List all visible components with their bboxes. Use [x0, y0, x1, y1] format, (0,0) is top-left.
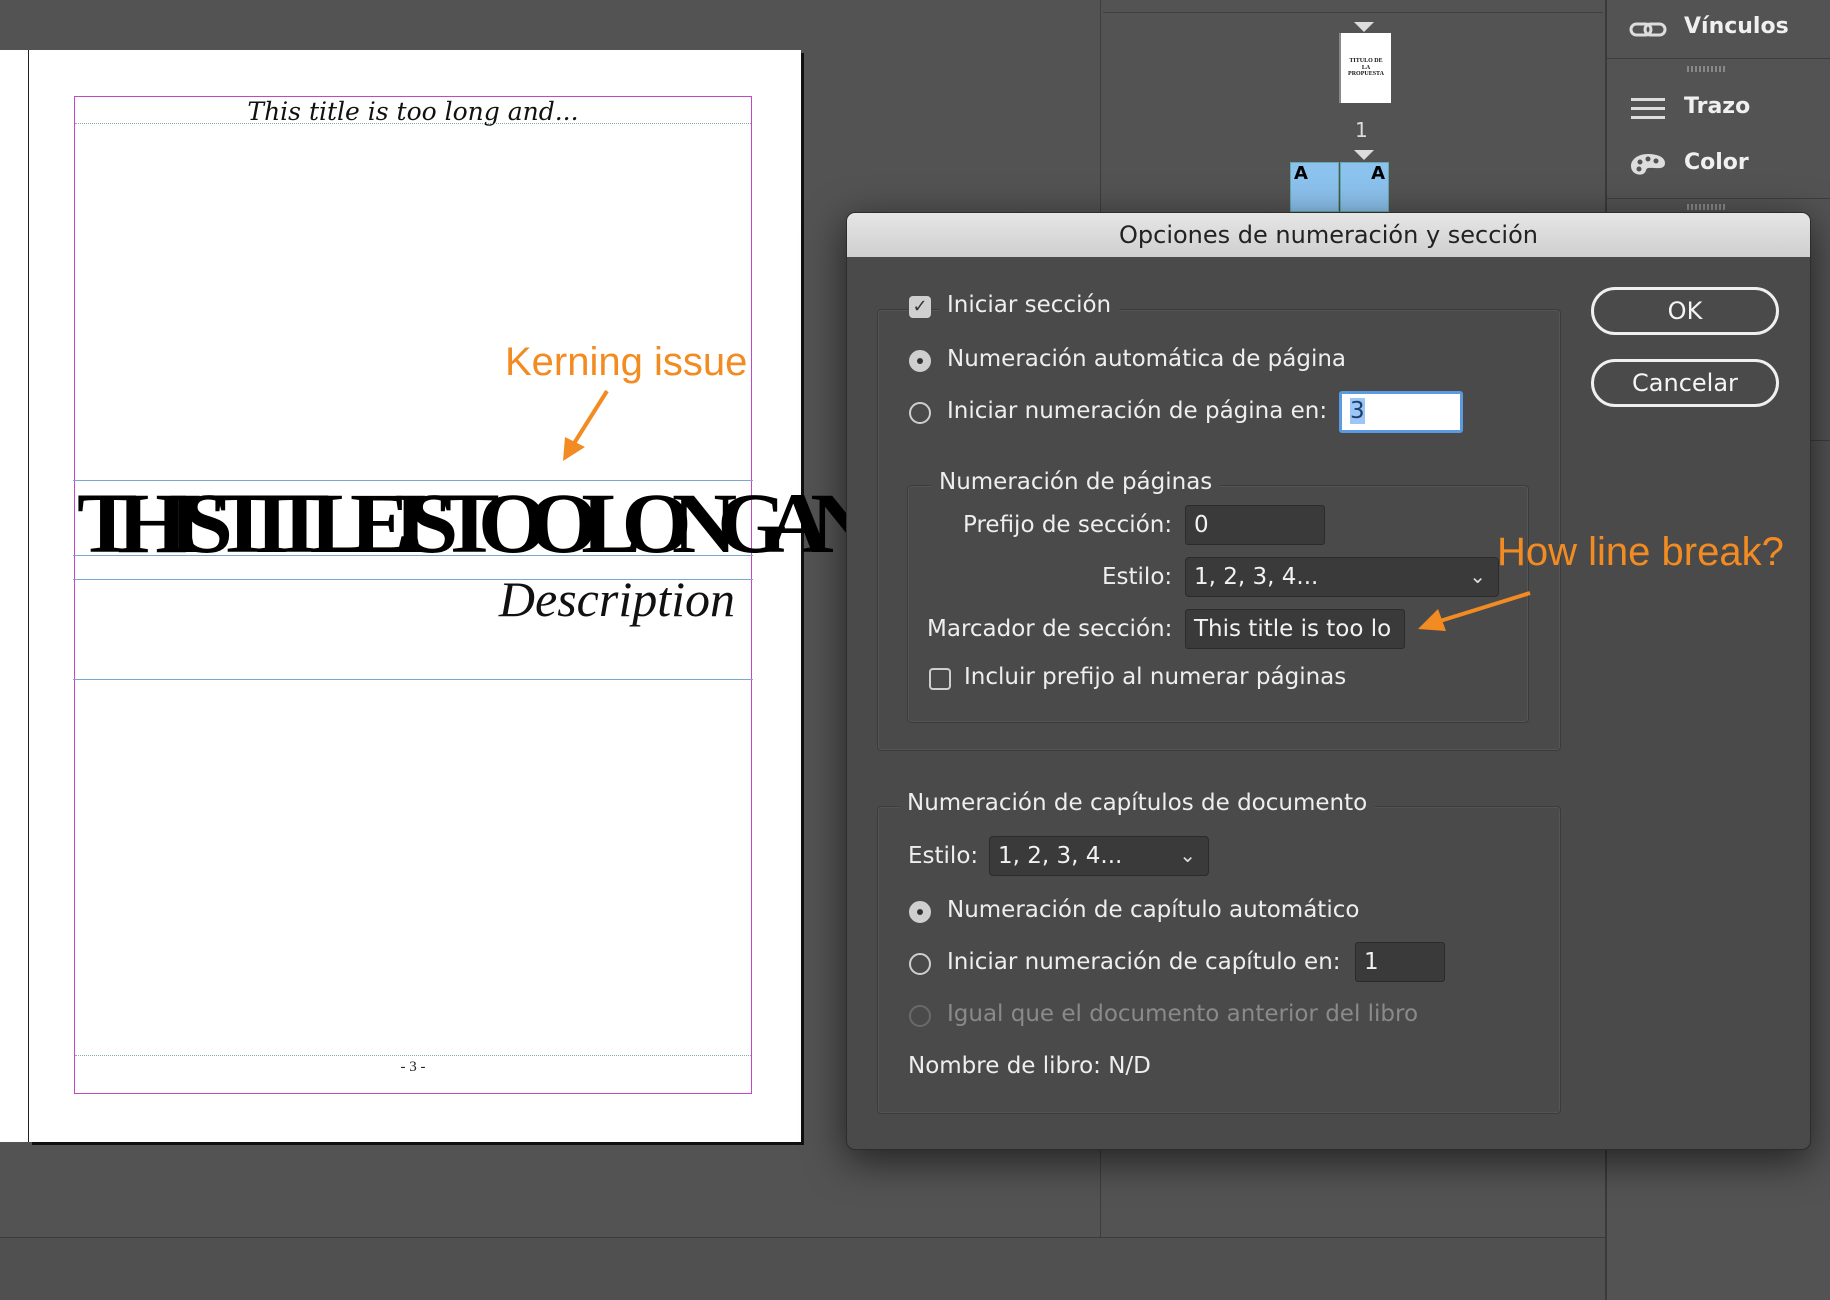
section-prefix-label: Prefijo de sección:	[963, 512, 1173, 538]
dock-item-label: Color	[1684, 150, 1749, 175]
start-chapter-number-input[interactable]: 1	[1355, 942, 1445, 982]
section-prefix-input[interactable]: 0	[1185, 505, 1325, 545]
cancel-button[interactable]: Cancelar	[1591, 359, 1779, 407]
grip-handle[interactable]	[1687, 204, 1727, 210]
footer-guide	[75, 1055, 751, 1056]
section-marker-input[interactable]: This title is too lo	[1185, 609, 1405, 649]
grip-handle[interactable]	[1687, 66, 1727, 72]
auto-page-numbering-radio[interactable]	[909, 350, 931, 372]
include-prefix-label: Incluir prefijo al numerar páginas	[964, 664, 1347, 690]
chapter-numbering-title: Numeración de capítulos de documento	[899, 790, 1376, 816]
previous-page-edge	[0, 50, 29, 1142]
start-section-checkbox[interactable]: ✓	[909, 296, 931, 318]
page-folio: - 3 -	[400, 1059, 426, 1075]
section-title-text[interactable]: THIS TITLE IS TOO LONG AND...	[77, 480, 929, 566]
page-number-label: 1	[1355, 118, 1368, 142]
divider	[1607, 198, 1830, 199]
kerning-arrow-icon	[563, 389, 609, 461]
palette-icon	[1631, 154, 1665, 175]
divider	[1607, 58, 1830, 59]
master-letter: A	[1294, 163, 1308, 184]
dock-item-stroke[interactable]: Trazo	[1607, 80, 1830, 138]
page-style-value: 1, 2, 3, 4...	[1194, 564, 1319, 590]
page-numbering-title: Numeración de páginas	[931, 469, 1221, 495]
line-break-annotation: How line break?	[1497, 530, 1784, 574]
description-text[interactable]: Description	[499, 570, 735, 628]
master-indicator-icon	[1354, 22, 1374, 32]
running-head: This title is too long and...	[247, 97, 579, 126]
page-thumbnail-3[interactable]: A	[1340, 162, 1389, 212]
chevron-down-icon: ⌄	[1179, 843, 1196, 867]
margin-guides: This title is too long and... THIS TITLE…	[73, 96, 929, 1094]
start-chapter-numbering-radio[interactable]	[909, 953, 931, 975]
chain-link-icon	[1629, 22, 1667, 37]
start-section-label: Iniciar sección	[939, 292, 1120, 318]
numbering-section-dialog: Opciones de numeración y sección ✓ Inici…	[846, 212, 1811, 1150]
include-prefix-checkbox[interactable]	[929, 668, 951, 690]
chapter-style-label: Estilo:	[908, 843, 979, 869]
stroke-lines-icon	[1631, 98, 1665, 119]
status-bar	[0, 1238, 1605, 1300]
same-as-previous-label: Igual que el documento anterior del libr…	[947, 1001, 1419, 1027]
line-break-arrow-icon	[1418, 591, 1531, 631]
auto-chapter-numbering-radio[interactable]	[909, 901, 931, 923]
start-chapter-numbering-label: Iniciar numeración de capítulo en:	[947, 949, 1341, 975]
chapter-style-value: 1, 2, 3, 4...	[998, 843, 1123, 869]
panel-divider	[1103, 12, 1603, 13]
dialog-title[interactable]: Opciones de numeración y sección	[847, 213, 1810, 257]
header-guide	[75, 123, 751, 124]
start-page-number-value: 3	[1350, 398, 1365, 424]
master-letter: A	[1371, 163, 1385, 184]
ok-button[interactable]: OK	[1591, 287, 1779, 335]
auto-chapter-numbering-label: Numeración de capítulo automático	[947, 897, 1360, 923]
start-page-number-input[interactable]: 3	[1339, 391, 1463, 433]
dock-item-links[interactable]: Vínculos	[1607, 0, 1830, 58]
baseline-guide	[73, 679, 753, 680]
same-as-previous-radio[interactable]	[909, 1005, 931, 1027]
dock-item-label: Vínculos	[1684, 14, 1789, 39]
start-page-numbering-radio[interactable]	[909, 402, 931, 424]
master-indicator-icon	[1354, 150, 1374, 160]
dock-item-label: Trazo	[1684, 94, 1751, 119]
auto-page-numbering-label: Numeración automática de página	[947, 346, 1347, 372]
page-thumbnail-2[interactable]: A	[1290, 162, 1339, 212]
chapter-style-select[interactable]: 1, 2, 3, 4... ⌄	[989, 836, 1209, 876]
kerning-annotation: Kerning issue	[505, 340, 748, 384]
dock-item-color[interactable]: Color	[1607, 136, 1830, 194]
book-name-label: Nombre de libro: N/D	[908, 1053, 1151, 1079]
thumbnail-text: TITULO DE LA PROPUESTA	[1348, 58, 1384, 78]
page-thumbnail-1[interactable]: TITULO DE LA PROPUESTA	[1339, 33, 1391, 103]
section-marker-label: Marcador de sección:	[927, 616, 1173, 642]
start-page-numbering-label: Iniciar numeración de página en:	[947, 398, 1328, 424]
page-style-label: Estilo:	[1102, 564, 1173, 590]
